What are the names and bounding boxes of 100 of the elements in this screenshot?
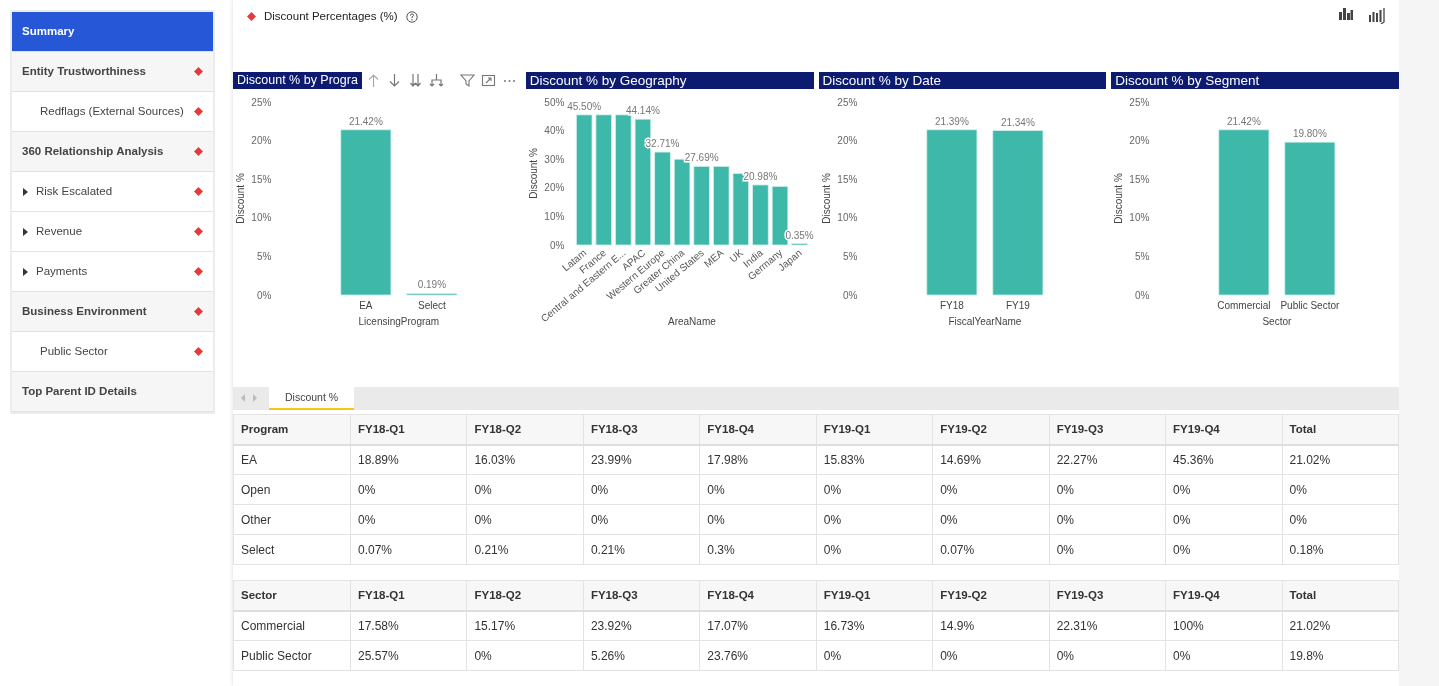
axis-tick-label: 50% bbox=[544, 96, 565, 108]
data-label: 44.14% bbox=[625, 104, 660, 116]
column-header[interactable]: FY18-Q4 bbox=[699, 580, 817, 611]
table-cell: 17.07% bbox=[699, 610, 817, 641]
table-cell: 23.92% bbox=[583, 610, 700, 641]
column-header[interactable]: FY18-Q2 bbox=[466, 414, 584, 445]
double-down-arrow-icon[interactable] bbox=[407, 72, 423, 88]
axis-title: FiscalYearName bbox=[947, 315, 1021, 327]
axis-title: Discount % bbox=[528, 148, 540, 199]
column-header[interactable]: FY19-Q2 bbox=[932, 580, 1050, 611]
table-cell: 0% bbox=[1049, 474, 1166, 505]
table-cell: 23.76% bbox=[699, 640, 817, 671]
bar-chart-icon[interactable] bbox=[1369, 8, 1387, 24]
data-label: 21.39% bbox=[934, 115, 969, 127]
bar-chart-icon[interactable] bbox=[1339, 8, 1353, 20]
column-header[interactable]: FY18-Q1 bbox=[350, 414, 467, 445]
axis-tick-label: 10% bbox=[544, 210, 565, 222]
sidebar-item[interactable]: Public Sector bbox=[12, 332, 213, 372]
table-cell: 0% bbox=[699, 474, 817, 505]
table-cell: 0.07% bbox=[932, 534, 1050, 565]
table-cell: 0% bbox=[699, 504, 817, 535]
caret-right-icon[interactable] bbox=[22, 266, 30, 277]
sidebar-item[interactable]: Entity Trustworthiness bbox=[12, 52, 213, 92]
axis-title: Discount % bbox=[820, 173, 832, 224]
column-header[interactable]: FY18-Q1 bbox=[350, 580, 467, 611]
column-header[interactable]: Program bbox=[233, 414, 351, 445]
axis-tick-label: 20% bbox=[1129, 134, 1150, 146]
axis-tick-label: 0% bbox=[549, 239, 565, 251]
sidebar-item[interactable]: Revenue bbox=[12, 212, 213, 252]
column-header[interactable]: FY19-Q4 bbox=[1165, 580, 1282, 611]
column-header[interactable]: Sector bbox=[233, 580, 351, 611]
caret-right-icon[interactable] bbox=[22, 186, 30, 197]
table-cell: 0% bbox=[932, 474, 1050, 505]
axis-tick-label: 5% bbox=[842, 250, 857, 262]
table-cell: 21.02% bbox=[1282, 610, 1399, 641]
sidebar-item[interactable]: Business Environment bbox=[12, 292, 213, 332]
report-tab[interactable]: Discount % bbox=[269, 386, 355, 410]
hierarchy-icon[interactable] bbox=[428, 72, 444, 88]
table-cell: 0% bbox=[466, 474, 584, 505]
column-header[interactable]: FY19-Q3 bbox=[1049, 414, 1166, 445]
table-cell: 19.8% bbox=[1282, 640, 1399, 671]
column-header[interactable]: FY19-Q4 bbox=[1165, 414, 1282, 445]
column-header[interactable]: FY19-Q2 bbox=[932, 414, 1050, 445]
sidebar-item[interactable]: Redflags (External Sources) bbox=[12, 92, 213, 132]
filter-icon[interactable] bbox=[459, 72, 475, 88]
table-cell: 25.57% bbox=[350, 640, 467, 671]
axis-title: Discount % bbox=[235, 173, 247, 224]
axis-tick-label: 10% bbox=[836, 212, 857, 224]
column-header[interactable]: Total bbox=[1282, 414, 1399, 445]
table-cell: 15.17% bbox=[466, 610, 584, 641]
table-cell: 0% bbox=[1282, 504, 1399, 535]
table-cell: 15.83% bbox=[816, 444, 933, 475]
data-label: 21.42% bbox=[1227, 115, 1262, 127]
table-cell: Select bbox=[233, 534, 351, 565]
column-header[interactable]: FY19-Q1 bbox=[816, 580, 933, 611]
axis-tick-label: 15% bbox=[251, 173, 272, 185]
chart-title: Discount % by Segment bbox=[1111, 71, 1399, 89]
table-cell: 0% bbox=[816, 474, 933, 505]
table-cell: 0% bbox=[1049, 640, 1166, 671]
caret-right-icon[interactable] bbox=[22, 226, 30, 237]
help-icon[interactable] bbox=[405, 10, 418, 23]
column-header[interactable]: FY19-Q1 bbox=[816, 414, 933, 445]
column-header[interactable]: FY19-Q3 bbox=[1049, 580, 1166, 611]
column-header[interactable]: FY18-Q3 bbox=[583, 414, 700, 445]
table-cell: 18.89% bbox=[350, 444, 467, 475]
data-label: 0.19% bbox=[417, 279, 447, 291]
sidebar-item[interactable]: Risk Escalated bbox=[12, 172, 213, 212]
axis-tick-label: 0% bbox=[1135, 289, 1150, 301]
column-header[interactable]: FY18-Q4 bbox=[699, 414, 817, 445]
axis-title: LicensingProgram bbox=[358, 315, 440, 327]
sidebar-item[interactable]: 360 Relationship Analysis bbox=[12, 132, 213, 172]
axis-tick-label: 25% bbox=[836, 96, 857, 108]
table-cell: 0% bbox=[1165, 640, 1282, 671]
column-header[interactable]: FY18-Q3 bbox=[583, 580, 700, 611]
axis-tick-label: 15% bbox=[1129, 173, 1150, 185]
column-header[interactable]: FY18-Q2 bbox=[466, 580, 584, 611]
sidebar-item[interactable]: Summary bbox=[12, 12, 213, 52]
bar bbox=[771, 185, 788, 246]
axis-title: Sector bbox=[1262, 315, 1292, 327]
table-cell: 0% bbox=[1049, 504, 1166, 535]
table-cell: 22.31% bbox=[1049, 610, 1166, 641]
bar bbox=[406, 292, 458, 296]
sidebar-item[interactable]: Top Parent ID Details bbox=[12, 372, 213, 412]
table-cell: 0% bbox=[816, 534, 933, 565]
table-cell: 0% bbox=[466, 640, 584, 671]
table-cell: 5.26% bbox=[583, 640, 700, 671]
table-cell: 23.99% bbox=[583, 444, 700, 475]
table-cell: 0% bbox=[466, 504, 584, 535]
data-label: 19.80% bbox=[1293, 127, 1328, 139]
page-title: Discount Percentages (%) bbox=[264, 9, 398, 24]
table-cell: Open bbox=[233, 474, 351, 505]
table-cell: 0% bbox=[583, 504, 700, 535]
axis-tick-label: 20% bbox=[251, 134, 272, 146]
focus-mode-icon[interactable] bbox=[480, 72, 496, 88]
axis-tick-label: 0% bbox=[256, 289, 272, 301]
table-cell: 22.27% bbox=[1049, 444, 1166, 475]
column-header[interactable]: Total bbox=[1282, 580, 1399, 611]
sidebar-item[interactable]: Payments bbox=[12, 252, 213, 292]
chart-title: Discount % by Date bbox=[818, 71, 1107, 89]
axis-title: Discount % bbox=[1113, 173, 1125, 224]
